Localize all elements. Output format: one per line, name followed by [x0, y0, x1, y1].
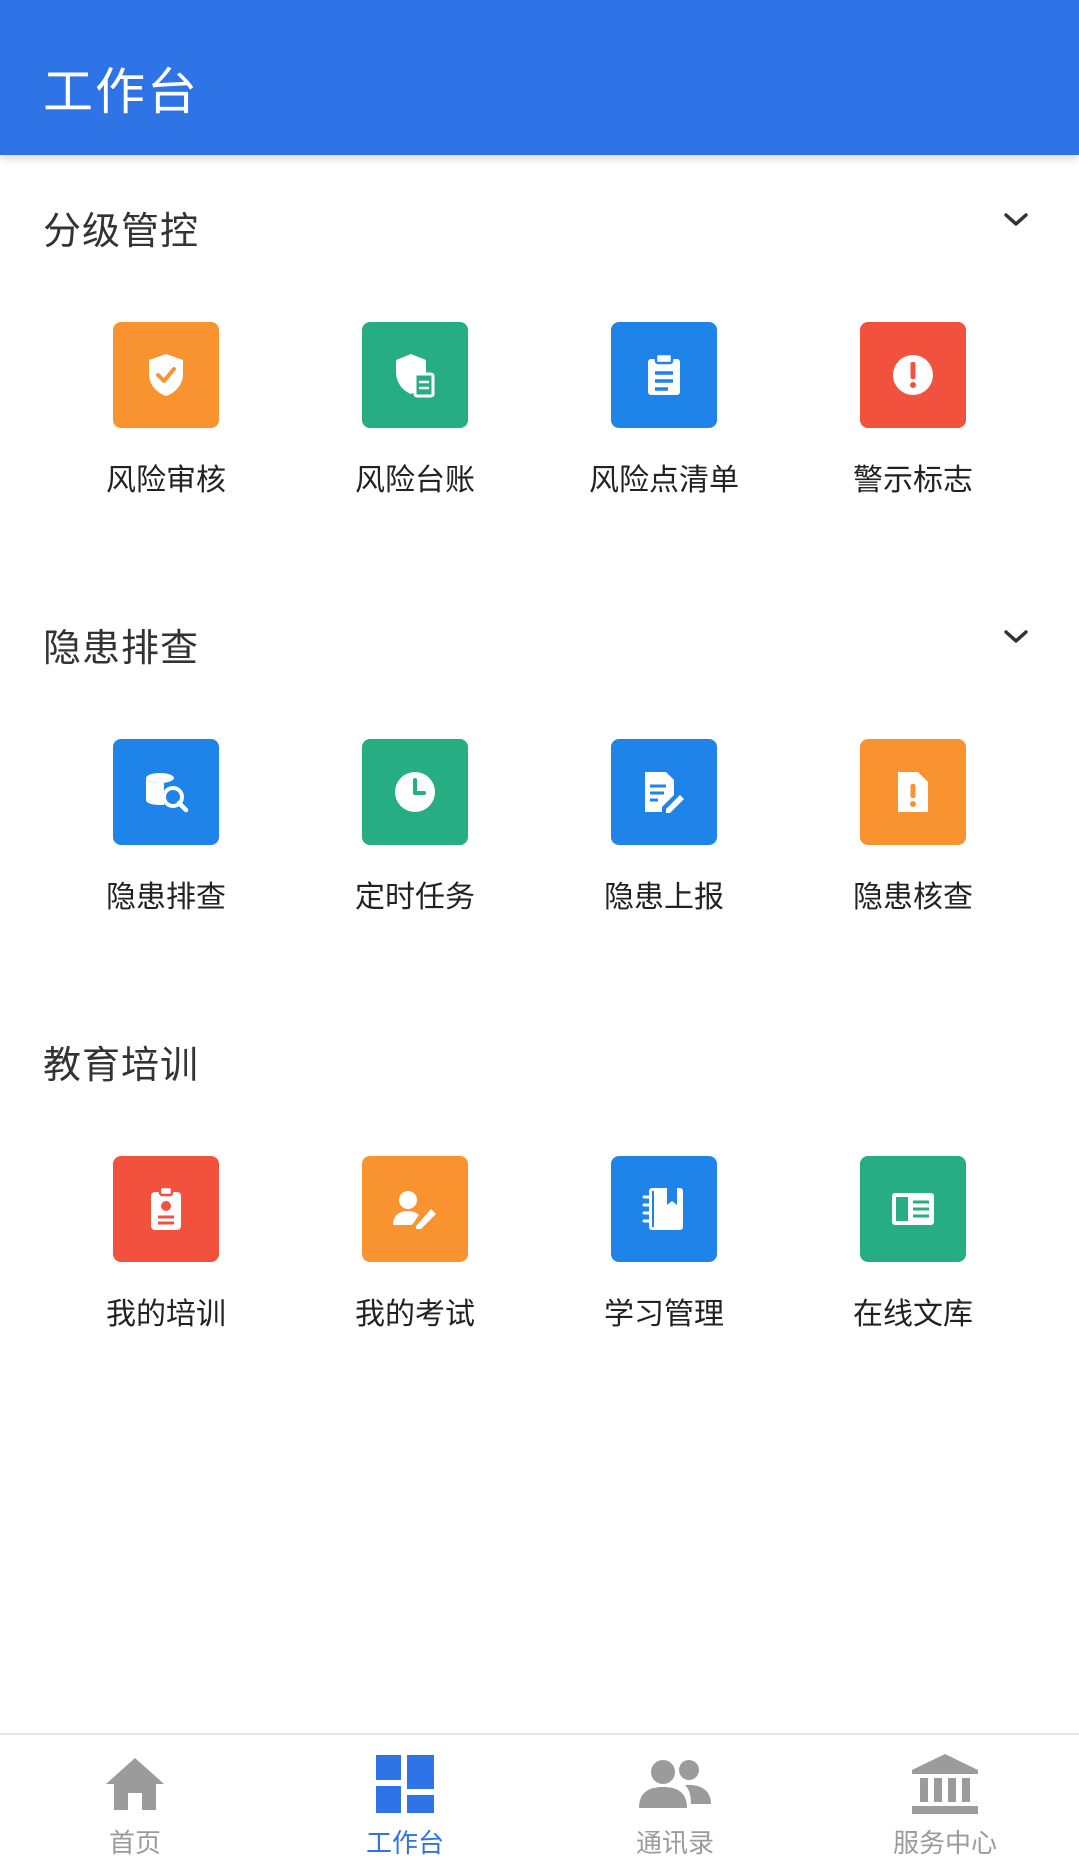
- tile-online-library[interactable]: 在线文库: [800, 1156, 1049, 1346]
- tile-label: 隐患核查: [853, 880, 973, 915]
- tile-label: 隐患排查: [106, 880, 226, 915]
- shield-check-icon: [113, 322, 219, 428]
- bottom-tab-bar: 首页 工作台 通讯录 服务中心: [0, 1733, 1079, 1866]
- app-header: 工作台: [0, 0, 1079, 155]
- document-alert-icon: [860, 739, 966, 845]
- section-title: 教育培训: [43, 1043, 200, 1087]
- chevron-down-icon[interactable]: [1000, 617, 1032, 657]
- tile-hazard-verification[interactable]: 隐患核查: [800, 739, 1049, 929]
- document-edit-icon: [611, 739, 717, 845]
- tile-label: 学习管理: [604, 1297, 724, 1332]
- book-icon: [860, 1156, 966, 1262]
- tile-label: 警示标志: [853, 463, 973, 498]
- tab-label: 工作台: [365, 1829, 444, 1859]
- tab-label: 首页: [108, 1829, 161, 1859]
- tab-workbench[interactable]: 工作台: [270, 1735, 540, 1866]
- tab-label: 通讯录: [635, 1829, 714, 1859]
- tile-hazard-inspection[interactable]: 隐患排查: [53, 739, 302, 929]
- section-title: 隐患排查: [43, 626, 200, 670]
- tab-home[interactable]: 首页: [0, 1735, 270, 1866]
- tile-label: 我的培训: [106, 1297, 226, 1332]
- database-search-icon: [113, 739, 219, 845]
- tile-my-exam[interactable]: 我的考试: [302, 1156, 551, 1346]
- clipboard-list-icon: [611, 322, 717, 428]
- dashboard-grid-icon: [270, 1749, 540, 1819]
- tile-label: 隐患上报: [604, 880, 724, 915]
- page-title: 工作台: [43, 63, 199, 121]
- tile-label: 在线文库: [853, 1297, 973, 1332]
- warning-circle-icon: [860, 322, 966, 428]
- contacts-icon: [540, 1749, 810, 1819]
- section-title: 分级管控: [43, 209, 200, 253]
- icon-grid: 风险审核 风险台账 风险点清单 警示标志: [0, 322, 1079, 512]
- user-edit-icon: [362, 1156, 468, 1262]
- tile-learning-management[interactable]: 学习管理: [551, 1156, 800, 1346]
- tile-risk-review[interactable]: 风险审核: [53, 322, 302, 512]
- tile-warning-signs[interactable]: 警示标志: [800, 322, 1049, 512]
- notebook-icon: [611, 1156, 717, 1262]
- tab-service-center[interactable]: 服务中心: [810, 1735, 1079, 1866]
- tile-label: 风险点清单: [589, 463, 739, 498]
- tile-risk-point-list[interactable]: 风险点清单: [551, 322, 800, 512]
- shield-document-icon: [362, 322, 468, 428]
- tile-label: 定时任务: [355, 880, 475, 915]
- home-icon: [0, 1749, 270, 1819]
- id-badge-icon: [113, 1156, 219, 1262]
- icon-grid: 我的培训 我的考试 学习管理 在线文库: [0, 1156, 1079, 1346]
- tile-label: 风险审核: [106, 463, 226, 498]
- tile-risk-ledger[interactable]: 风险台账: [302, 322, 551, 512]
- tile-label: 风险台账: [355, 463, 475, 498]
- tab-contacts[interactable]: 通讯录: [540, 1735, 810, 1866]
- tile-label: 我的考试: [355, 1297, 475, 1332]
- chevron-down-icon[interactable]: [1000, 200, 1032, 240]
- tile-my-training[interactable]: 我的培训: [53, 1156, 302, 1346]
- tile-scheduled-task[interactable]: 定时任务: [302, 739, 551, 929]
- tab-label: 服务中心: [892, 1829, 997, 1859]
- icon-grid: 隐患排查 定时任务 隐患上报 隐患核查: [0, 739, 1079, 929]
- bank-building-icon: [810, 1749, 1079, 1819]
- tile-hazard-report[interactable]: 隐患上报: [551, 739, 800, 929]
- clock-icon: [362, 739, 468, 845]
